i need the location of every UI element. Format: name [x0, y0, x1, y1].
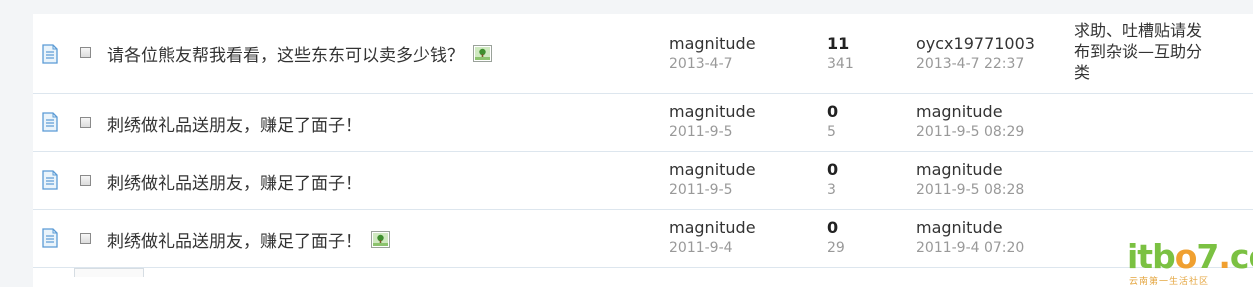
thread-post-date: 2013-4-7 — [669, 56, 733, 72]
pagination-stub[interactable] — [74, 268, 144, 277]
view-count: 341 — [827, 56, 854, 72]
thread-title-link[interactable]: 刺绣做礼品送朋友，赚足了面子！ — [107, 111, 362, 136]
thread-post-date: 2011-9-5 — [669, 124, 733, 140]
thread-author[interactable]: magnitude — [669, 160, 756, 180]
thread-list: 请各位熊友帮我看看，这些东东可以卖多少钱？ magnitude 2013-4-7… — [33, 14, 1253, 287]
last-post-time[interactable]: 2011-9-5 08:28 — [916, 180, 1024, 200]
last-poster[interactable]: oycx19771003 — [916, 34, 1035, 54]
last-poster[interactable]: magnitude — [916, 218, 1024, 238]
thread-author[interactable]: magnitude — [669, 218, 756, 238]
thread-category[interactable]: 求助、吐槽贴请发布到杂谈—互助分类 — [1074, 20, 1206, 83]
thread-post-date: 2011-9-4 — [669, 240, 733, 256]
last-post-time[interactable]: 2013-4-7 22:37 — [916, 54, 1035, 74]
thread-author[interactable]: magnitude — [669, 102, 756, 122]
thread-row[interactable]: 刺绣做礼品送朋友，赚足了面子！ magnitude 2011-9-5 0 3 m… — [33, 152, 1253, 210]
reply-count[interactable]: 11 — [827, 34, 854, 54]
last-poster[interactable]: magnitude — [916, 102, 1024, 122]
document-icon[interactable] — [41, 228, 59, 248]
image-attachment-icon — [371, 231, 390, 248]
thread-checkbox[interactable] — [80, 117, 91, 128]
thread-title-link[interactable]: 请各位熊友帮我看看，这些东东可以卖多少钱？ — [107, 41, 464, 66]
thread-row[interactable]: 刺绣做礼品送朋友，赚足了面子！ magnitude 2011-9-5 0 5 m… — [33, 94, 1253, 152]
view-count: 3 — [827, 182, 836, 198]
last-post-time[interactable]: 2011-9-4 07:20 — [916, 238, 1024, 258]
view-count: 29 — [827, 240, 845, 256]
thread-checkbox[interactable] — [80, 47, 91, 58]
thread-title-link[interactable]: 刺绣做礼品送朋友，赚足了面子！ — [107, 169, 362, 194]
watermark-subtitle: 云南第一生活社区 — [1129, 277, 1210, 287]
reply-count[interactable]: 0 — [827, 218, 845, 238]
reply-count[interactable]: 0 — [827, 102, 838, 122]
last-post-time[interactable]: 2011-9-5 08:29 — [916, 122, 1024, 142]
document-icon[interactable] — [41, 112, 59, 132]
reply-count[interactable]: 0 — [827, 160, 838, 180]
thread-checkbox[interactable] — [80, 233, 91, 244]
site-watermark: itbo7.com 云南第一生活社区 — [1127, 237, 1253, 287]
watermark-logo: itbo7.com — [1127, 237, 1253, 276]
thread-title-link[interactable]: 刺绣做礼品送朋友，赚足了面子！ — [107, 227, 362, 252]
thread-author[interactable]: magnitude — [669, 34, 756, 54]
last-poster[interactable]: magnitude — [916, 160, 1024, 180]
thread-row[interactable]: 请各位熊友帮我看看，这些东东可以卖多少钱？ magnitude 2013-4-7… — [33, 14, 1253, 94]
thread-row[interactable]: 刺绣做礼品送朋友，赚足了面子！ magnitude 2011-9-4 0 29 … — [33, 210, 1253, 268]
thread-post-date: 2011-9-5 — [669, 182, 733, 198]
view-count: 5 — [827, 124, 836, 140]
thread-checkbox[interactable] — [80, 175, 91, 186]
image-attachment-icon — [473, 45, 492, 62]
document-icon[interactable] — [41, 170, 59, 190]
document-icon[interactable] — [41, 44, 59, 64]
